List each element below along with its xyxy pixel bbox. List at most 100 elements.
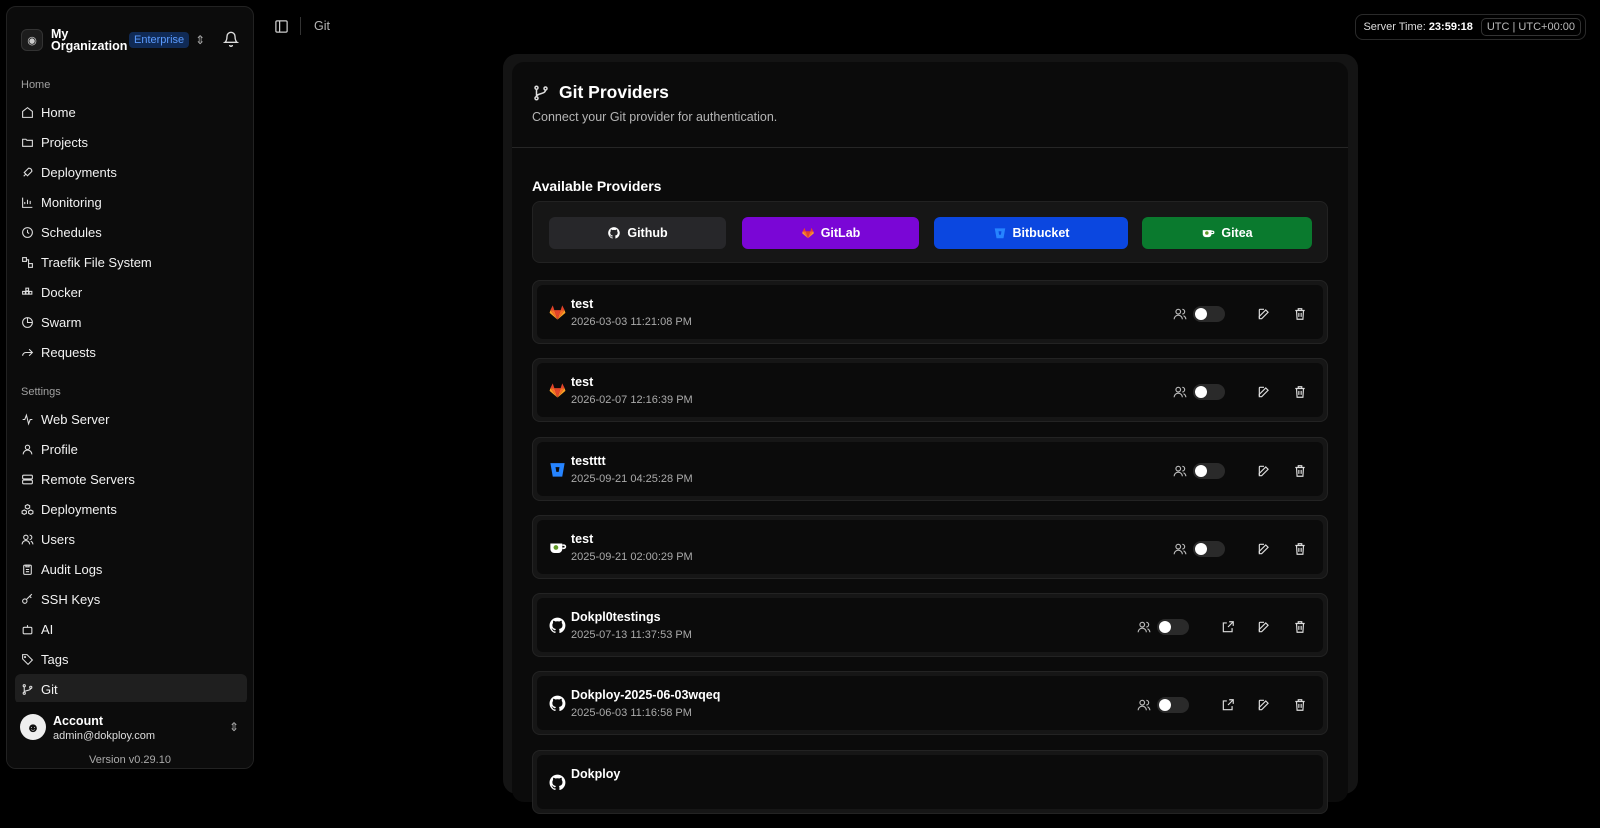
sidebar-item-docker[interactable]: Docker bbox=[15, 277, 247, 307]
edit-button[interactable] bbox=[1253, 460, 1275, 482]
users-icon bbox=[1173, 387, 1187, 398]
edit-icon bbox=[1258, 308, 1269, 320]
sidebar-item-remote-servers[interactable]: Remote Servers bbox=[15, 464, 247, 494]
sidebar-item-git[interactable]: Git bbox=[15, 674, 247, 704]
sidebar-item-home[interactable]: Home bbox=[15, 97, 247, 127]
list-item: testttt 2025-09-21 04:25:28 PM bbox=[532, 436, 1328, 501]
tags-icon bbox=[22, 653, 34, 665]
account-email: admin@dokploy.com bbox=[53, 730, 156, 742]
trash-icon bbox=[1295, 386, 1305, 399]
edit-button[interactable] bbox=[1253, 538, 1275, 560]
home-icon bbox=[22, 106, 33, 118]
share-toggle[interactable] bbox=[1193, 540, 1225, 557]
edit-icon bbox=[1258, 621, 1269, 633]
sidebar-item-profile[interactable]: Profile bbox=[15, 434, 247, 464]
edit-button[interactable] bbox=[1253, 616, 1275, 638]
divider bbox=[512, 147, 1348, 148]
key-icon bbox=[22, 593, 33, 604]
share-toggle[interactable] bbox=[1193, 462, 1225, 479]
forward-icon bbox=[22, 348, 34, 356]
folder-icon bbox=[22, 138, 33, 147]
bell-icon[interactable] bbox=[223, 31, 239, 47]
sidebar-item-projects[interactable]: Projects bbox=[15, 127, 247, 157]
bot-icon bbox=[22, 624, 33, 634]
delete-button[interactable] bbox=[1289, 460, 1311, 482]
delete-button[interactable] bbox=[1289, 616, 1311, 638]
list-item: Dokpl0testings 2025-07-13 11:37:53 PM bbox=[532, 593, 1328, 658]
edit-icon bbox=[1258, 543, 1269, 555]
share-toggle[interactable] bbox=[1193, 306, 1225, 322]
github-button[interactable]: Github bbox=[549, 217, 726, 249]
bitbucket-icon bbox=[994, 228, 1005, 239]
org-switcher[interactable]: ◉ My Organization Enterprise ⇕ bbox=[21, 21, 243, 59]
breadcrumb[interactable]: Git bbox=[314, 19, 330, 33]
rocket-icon bbox=[23, 167, 33, 177]
sidebar-item-swarm[interactable]: Swarm bbox=[15, 307, 247, 337]
github-icon bbox=[608, 227, 621, 239]
sidebar-item-traefik[interactable]: Traefik File System bbox=[15, 247, 247, 277]
share-toggle[interactable] bbox=[1157, 697, 1189, 714]
clock-icon bbox=[22, 226, 33, 238]
delete-button[interactable] bbox=[1289, 381, 1311, 403]
provider-name: Dokpl0testings bbox=[571, 610, 661, 625]
home-section-label: Home bbox=[21, 79, 51, 91]
share-toggle[interactable] bbox=[1157, 619, 1189, 636]
share-toggle[interactable] bbox=[1193, 384, 1225, 401]
external-link-icon bbox=[1222, 621, 1234, 633]
sidebar-item-deployments-settings[interactable]: Deployments bbox=[15, 494, 247, 524]
open-link-button[interactable] bbox=[1217, 616, 1239, 638]
provider-date: 2026-02-07 12:16:39 PM bbox=[571, 394, 693, 407]
sidebar-item-requests[interactable]: Requests bbox=[15, 337, 247, 367]
list-item: test 2026-02-07 12:16:39 PM bbox=[532, 358, 1328, 423]
edit-button[interactable] bbox=[1253, 303, 1275, 325]
sidebar-toggle-icon[interactable] bbox=[274, 19, 289, 34]
home-nav: Home Projects Deployments Monitoring Sch… bbox=[15, 97, 247, 367]
edit-button[interactable] bbox=[1253, 381, 1275, 403]
github-icon bbox=[549, 774, 566, 790]
org-name: My Organization bbox=[51, 27, 128, 53]
users-icon bbox=[1137, 700, 1151, 711]
sidebar-item-deployments[interactable]: Deployments bbox=[15, 157, 247, 187]
sidebar-item-schedules[interactable]: Schedules bbox=[15, 217, 247, 247]
sidebar-item-users[interactable]: Users bbox=[15, 524, 247, 554]
git-icon bbox=[22, 683, 33, 695]
list-item: test 2026-03-03 11:21:08 PM bbox=[532, 280, 1328, 344]
provider-date: 2025-09-21 02:00:29 PM bbox=[571, 550, 693, 563]
gitea-icon bbox=[1203, 230, 1215, 238]
sidebar-item-web-server[interactable]: Web Server bbox=[15, 404, 247, 434]
provider-name: Dokploy-2025-06-03wqeq bbox=[571, 688, 721, 703]
gitea-button[interactable]: Gitea bbox=[1142, 217, 1312, 249]
list-item: Dokploy bbox=[532, 749, 1328, 814]
external-link-icon bbox=[1222, 699, 1234, 711]
sidebar-item-monitoring[interactable]: Monitoring bbox=[15, 187, 247, 217]
settings-nav: Web Server Profile Remote Servers Deploy… bbox=[15, 404, 247, 704]
server-icon bbox=[22, 474, 33, 484]
delete-button[interactable] bbox=[1289, 303, 1311, 325]
gitlab-icon bbox=[549, 383, 566, 398]
delete-button[interactable] bbox=[1289, 694, 1311, 716]
git-providers-panel: Git Providers Connect your Git provider … bbox=[512, 62, 1348, 814]
gitlab-button[interactable]: GitLab bbox=[742, 217, 919, 249]
users-icon bbox=[21, 534, 34, 544]
server-time: Server Time: 23:59:18 UTC | UTC+00:00 bbox=[1355, 14, 1586, 40]
account-menu[interactable]: ☻ Account admin@dokploy.com ⇕ Version v0… bbox=[7, 702, 253, 768]
sidebar-item-ai[interactable]: AI bbox=[15, 614, 247, 644]
gitea-icon bbox=[550, 543, 567, 553]
sidebar-item-ssh-keys[interactable]: SSH Keys bbox=[15, 584, 247, 614]
settings-section-label: Settings bbox=[21, 386, 61, 398]
sidebar-item-audit-logs[interactable]: Audit Logs bbox=[15, 554, 247, 584]
page-subtitle: Connect your Git provider for authentica… bbox=[532, 110, 778, 124]
trash-icon bbox=[1295, 308, 1305, 320]
provider-name: test bbox=[571, 375, 594, 390]
open-link-button[interactable] bbox=[1217, 694, 1239, 716]
pie-icon bbox=[22, 316, 33, 328]
delete-button[interactable] bbox=[1289, 538, 1311, 560]
sidebar: ◉ My Organization Enterprise ⇕ Home Home… bbox=[6, 6, 254, 769]
github-icon bbox=[549, 696, 566, 712]
trash-icon bbox=[1295, 699, 1305, 712]
provider-date: 2025-07-13 11:37:53 PM bbox=[571, 629, 692, 642]
trash-icon bbox=[1295, 621, 1305, 634]
sidebar-item-tags[interactable]: Tags bbox=[15, 644, 247, 674]
edit-button[interactable] bbox=[1253, 694, 1275, 716]
bitbucket-button[interactable]: Bitbucket bbox=[934, 217, 1128, 249]
